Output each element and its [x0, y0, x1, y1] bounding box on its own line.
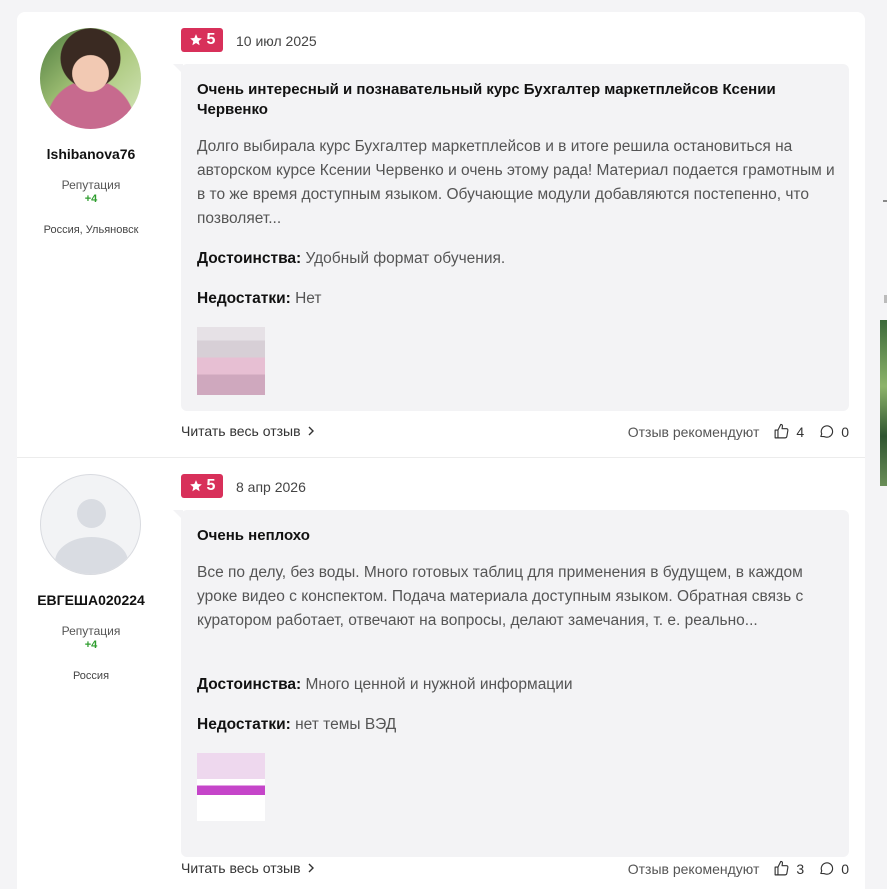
rating-badge: 5: [181, 474, 223, 498]
review-date: 10 июл 2025: [236, 33, 317, 49]
chevron-right-icon: [308, 863, 314, 873]
cons-text: нет темы ВЭД: [295, 716, 397, 733]
likes-count: 3: [796, 860, 805, 877]
cons-label: Недостатки:: [197, 290, 291, 307]
pros-label: Достоинства:: [197, 250, 302, 267]
reputation-label: Репутация: [61, 624, 121, 638]
author-location: Россия: [72, 670, 110, 682]
read-more-label: Читать весь отзыв: [181, 860, 301, 876]
comments-count: 0: [841, 423, 849, 440]
review-item: lshibanova76 Репутация +4 Россия, Ульяно…: [17, 12, 865, 457]
review-pros: Достоинства: Много ценной и нужной инфор…: [197, 676, 837, 694]
read-full-review-link[interactable]: Читать весь отзыв: [181, 423, 315, 439]
thumbs-up-icon[interactable]: [773, 423, 790, 440]
comments-count: 0: [841, 860, 849, 877]
pros-label: Достоинства:: [197, 676, 302, 693]
cons-label: Недостатки:: [197, 716, 291, 733]
review-photo-thumbnail[interactable]: [197, 327, 265, 395]
avatar[interactable]: [40, 28, 141, 129]
star-icon: [189, 480, 202, 492]
rating-value: 5: [206, 31, 216, 48]
author-username[interactable]: ЕВГЕША020224: [17, 592, 165, 608]
read-full-review-link[interactable]: Читать весь отзыв: [181, 860, 315, 876]
user-silhouette-body: [55, 537, 128, 574]
review-cons: Недостатки: Нет: [197, 290, 837, 308]
reviews-list: lshibanova76 Репутация +4 Россия, Ульяно…: [17, 12, 865, 889]
avatar-placeholder[interactable]: [40, 474, 141, 575]
review-text: Все по делу, без воды. Много готовых таб…: [197, 564, 804, 629]
review-footer: Читать весь отзыв Отзыв рекомендуют 3 0: [181, 860, 849, 880]
reputation-value: +4: [84, 193, 98, 205]
thumbs-up-icon[interactable]: [773, 860, 790, 877]
side-banner-image[interactable]: [880, 320, 887, 486]
chevron-right-icon: [308, 426, 314, 436]
review-pros: Достоинства: Удобный формат обучения.: [197, 250, 837, 268]
author-location: Россия, Ульяновск: [43, 224, 139, 236]
recommend-label: Отзыв рекомендуют: [627, 860, 760, 877]
user-silhouette-icon: [77, 499, 106, 528]
recommend-bar: Отзыв рекомендуют 4 0: [628, 423, 849, 440]
review-title[interactable]: Очень неплохо: [197, 526, 833, 546]
review-title[interactable]: Очень интересный и познавательный курс Б…: [197, 80, 833, 120]
review-photo-thumbnail[interactable]: [197, 753, 265, 821]
review-cons: Недостатки: нет темы ВЭД: [197, 716, 837, 734]
author-username[interactable]: lshibanova76: [17, 146, 165, 162]
recommend-label: Отзыв рекомендуют: [627, 423, 760, 440]
reputation-label: Репутация: [61, 178, 121, 192]
rating-badge: 5: [181, 28, 223, 52]
comment-icon[interactable]: [818, 860, 835, 877]
reputation-value: +4: [84, 639, 98, 651]
review-footer: Читать весь отзыв Отзыв рекомендуют 4 0: [181, 423, 849, 443]
cons-text: Нет: [295, 290, 322, 307]
read-more-label: Читать весь отзыв: [181, 423, 301, 439]
page: lshibanova76 Репутация +4 Россия, Ульяно…: [0, 0, 887, 889]
pros-text: Удобный формат обучения.: [305, 250, 506, 267]
comment-icon[interactable]: [818, 423, 835, 440]
star-icon: [189, 34, 202, 46]
review-text: Долго выбирала курс Бухгалтер маркетплей…: [197, 138, 835, 227]
review-item: ЕВГЕША020224 Репутация +4 Россия 5 8 апр…: [17, 457, 865, 889]
review-content: Очень интересный и познавательный курс Б…: [173, 64, 849, 411]
pros-text: Много ценной и нужной информации: [305, 676, 573, 693]
recommend-bar: Отзыв рекомендуют 3 0: [628, 860, 849, 877]
rating-value: 5: [206, 477, 216, 494]
review-content: Очень неплохо Все по делу, без воды. Мно…: [173, 510, 849, 857]
review-date: 8 апр 2026: [236, 479, 306, 495]
likes-count: 4: [796, 423, 805, 440]
side-divider: [883, 200, 887, 202]
